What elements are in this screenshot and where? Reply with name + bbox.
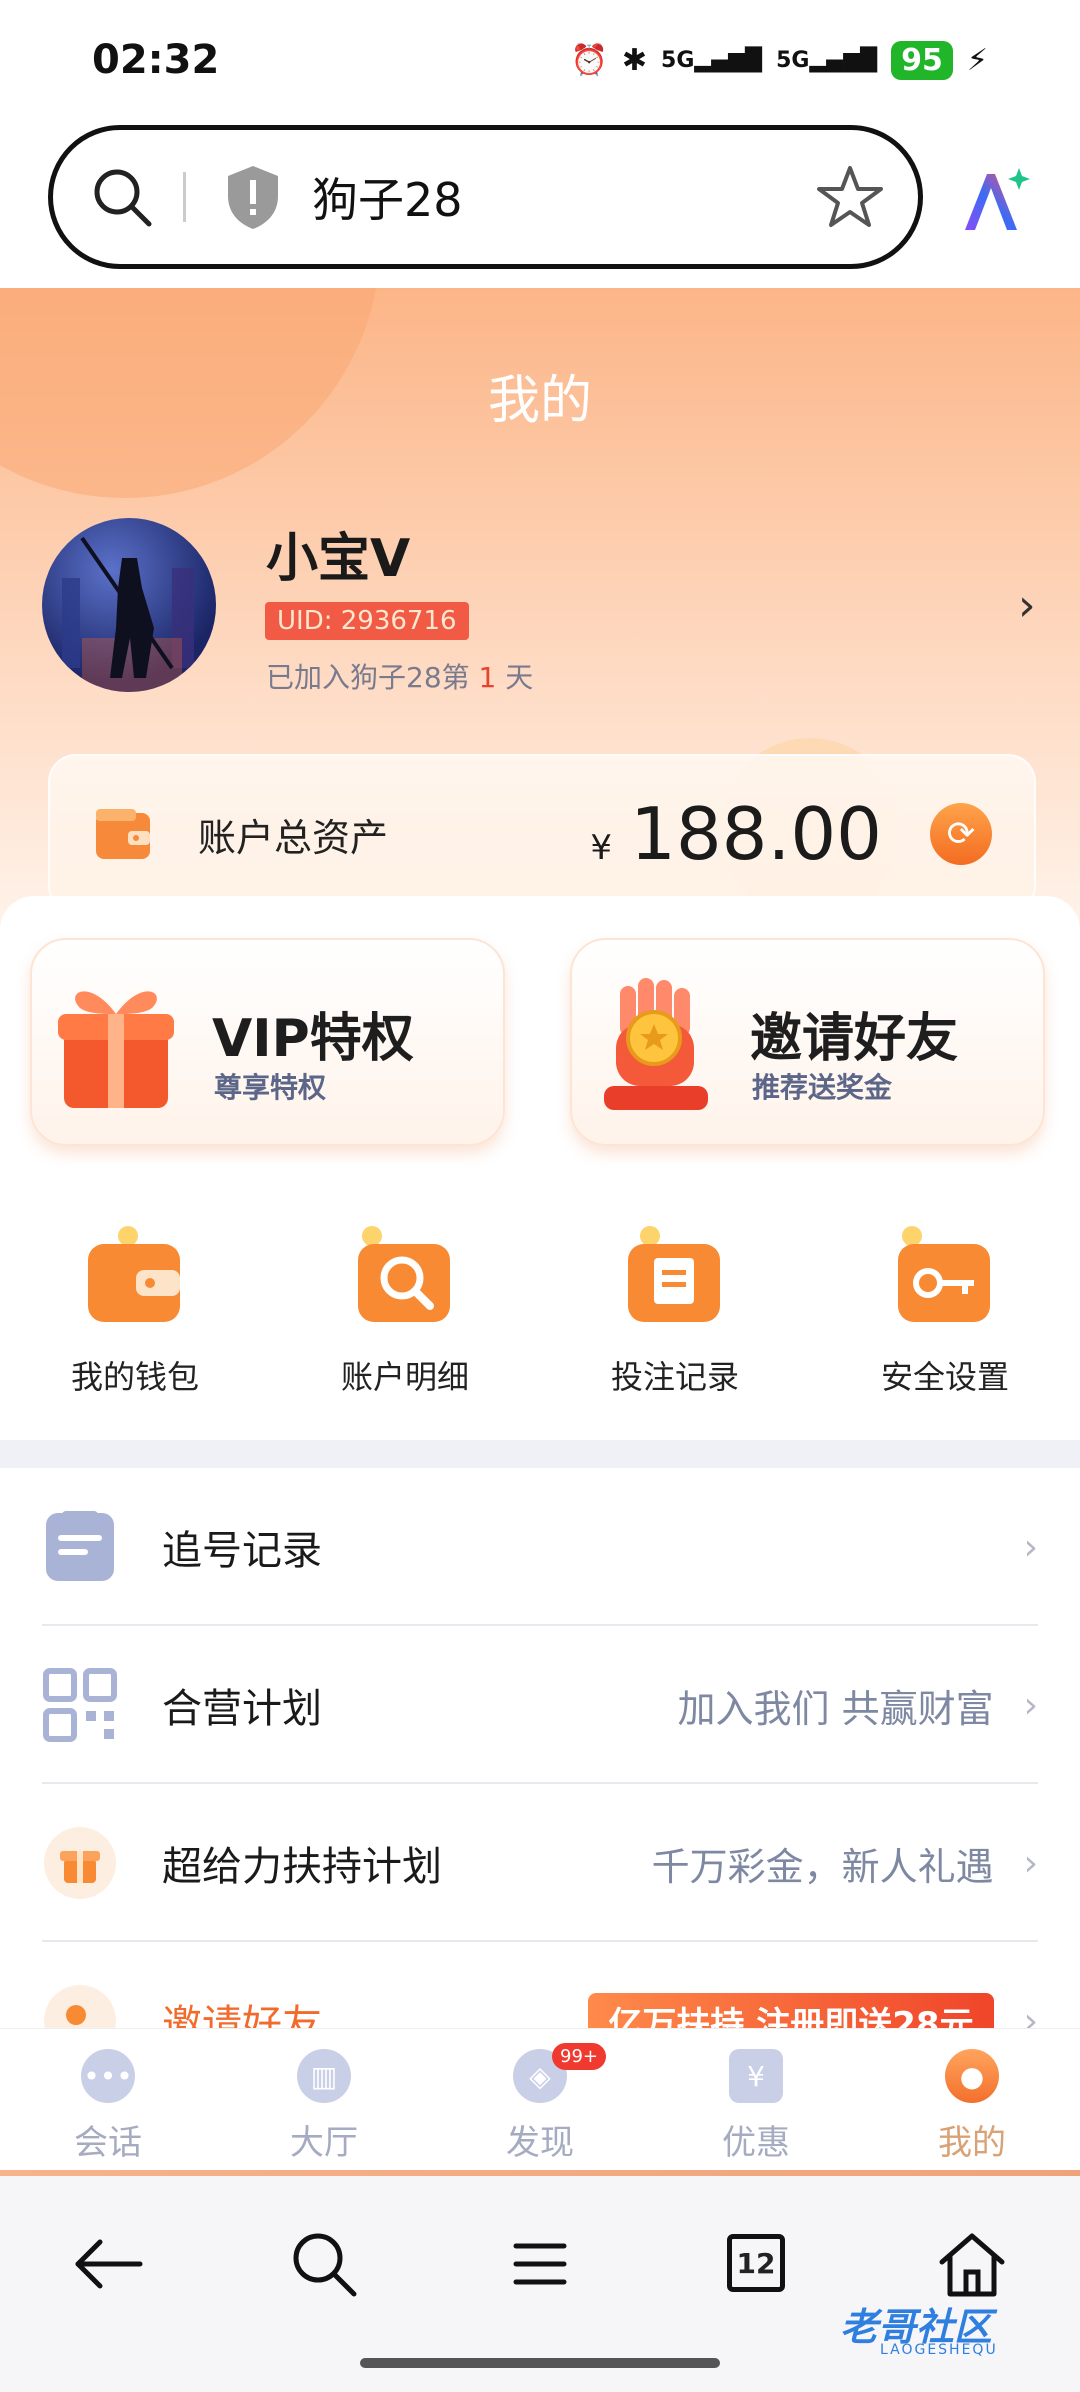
- quick-label: 我的钱包: [70, 1358, 199, 1396]
- avatar[interactable]: [42, 518, 216, 692]
- gift-box-icon: [58, 991, 174, 1108]
- tab-label: 会话: [74, 2123, 142, 2163]
- vip-promo-card[interactable]: VIP特权 尊享特权: [30, 938, 505, 1146]
- main-content: VIP特权 尊享特权 邀请好友 推荐送奖金 我的钱包 账户明细 投注记录 安全设…: [0, 896, 1080, 2100]
- back-button[interactable]: [0, 2226, 216, 2392]
- profile-header: 我的 小宝V UID: 2936716 已加入狗子28第 1 天 › 账户总资产…: [0, 288, 1080, 928]
- search-icon[interactable]: [87, 162, 157, 232]
- record-icon: [628, 1226, 720, 1322]
- charging-icon: ⚡: [966, 42, 988, 78]
- promo-title: 邀请好友: [750, 1009, 959, 1069]
- tab-label: 大厅: [290, 2123, 358, 2163]
- bank-icon: ▥: [297, 2049, 351, 2103]
- asset-label: 账户总资产: [198, 815, 389, 860]
- promo-subtitle: 尊享特权: [214, 1071, 327, 1104]
- menu-item-partner-plan[interactable]: 合营计划 加入我们 共赢财富 ›: [0, 1626, 1080, 1784]
- qr-icon: [43, 1668, 117, 1742]
- tab-hall[interactable]: ▥ 大厅: [216, 2029, 432, 2176]
- quick-wallet[interactable]: 我的钱包: [0, 1226, 270, 1398]
- promo-subtitle: 推荐送奖金: [752, 1071, 893, 1104]
- ai-assistant-icon[interactable]: [955, 160, 1035, 240]
- tab-mine[interactable]: ● 我的: [864, 2029, 1080, 2176]
- tab-offers[interactable]: ¥ 优惠: [648, 2029, 864, 2176]
- hand-coin-icon: [604, 978, 708, 1110]
- menu-item-chase-records[interactable]: 追号记录 ›: [0, 1468, 1080, 1626]
- alarm-icon: ⏰: [570, 42, 608, 78]
- tabs-count: 12: [727, 2234, 785, 2292]
- app-tab-bar: ••• 会话 ▥ 大厅 ◈ 99+ 发现 ¥ 优惠 ● 我的: [0, 2028, 1080, 2176]
- status-bar: 02:32 ⏰ ✱ 5G▂▄▆█ 5G▂▄▆█ 95 ⚡: [0, 0, 1080, 120]
- coupon-icon: ¥: [729, 2049, 783, 2103]
- quick-security[interactable]: 安全设置: [810, 1226, 1080, 1398]
- menu-icon: [513, 2243, 567, 2285]
- star-icon[interactable]: [816, 163, 884, 231]
- asset-amount: ¥ 188.00: [590, 792, 882, 876]
- chevron-right-icon: ›: [1023, 1684, 1038, 1726]
- status-icons: ⏰ ✱ 5G▂▄▆█ 5G▂▄▆█ 95 ⚡: [570, 40, 988, 80]
- quick-actions: 我的钱包 账户明细 投注记录 安全设置: [0, 1226, 1080, 1398]
- magnifier-icon: [358, 1226, 450, 1322]
- invite-promo-card[interactable]: 邀请好友 推荐送奖金: [570, 938, 1045, 1146]
- chat-icon: •••: [81, 2049, 135, 2103]
- quick-label: 投注记录: [610, 1358, 739, 1396]
- tab-label: 发现: [506, 2123, 574, 2163]
- key-icon: [898, 1226, 990, 1322]
- currency-symbol: ¥: [590, 828, 613, 868]
- tab-label: 优惠: [722, 2123, 790, 2163]
- document-icon: [46, 1511, 114, 1581]
- promo-title: VIP特权: [212, 1009, 414, 1069]
- menu-hint: 千万彩金，新人礼遇: [651, 1844, 994, 1889]
- balance-amount: 188.00: [630, 792, 882, 876]
- tab-chat[interactable]: ••• 会话: [0, 2029, 216, 2176]
- quick-bet-records[interactable]: 投注记录: [540, 1226, 810, 1398]
- menu-hint: 加入我们 共赢财富: [677, 1686, 994, 1731]
- battery-indicator: 95: [891, 40, 953, 80]
- joined-prefix: 已加入狗子28第: [266, 661, 470, 694]
- joined-suffix: 天: [505, 661, 534, 694]
- menu-item-support-plan[interactable]: 超给力扶持计划 千万彩金，新人礼遇 ›: [0, 1784, 1080, 1942]
- refresh-icon[interactable]: ⟳: [930, 803, 992, 865]
- chevron-right-icon: ›: [1023, 1526, 1038, 1568]
- tab-discover[interactable]: ◈ 99+ 发现: [432, 2029, 648, 2176]
- wallet-icon: [96, 809, 150, 859]
- url-text[interactable]: 狗子28: [312, 164, 463, 230]
- asset-card[interactable]: 账户总资产 ¥ 188.00 ⟳: [48, 754, 1036, 914]
- arrow-left-icon: [75, 2239, 143, 2289]
- gift-icon: [44, 1827, 116, 1899]
- search-icon: [293, 2233, 357, 2297]
- menu-label: 超给力扶持计划: [162, 1844, 442, 1890]
- tab-label: 我的: [938, 2123, 1006, 2163]
- notification-badge: 99+: [552, 2043, 606, 2070]
- shield-warning-icon[interactable]: [222, 162, 284, 232]
- joined-days: 1: [478, 661, 497, 694]
- divider: [183, 172, 186, 222]
- status-time: 02:32: [92, 37, 220, 83]
- signal-icon-2: 5G▂▄▆█: [776, 47, 878, 73]
- chevron-right-icon: ›: [1023, 1842, 1038, 1884]
- section-divider: [0, 1440, 1080, 1468]
- user-icon: ●: [945, 2049, 999, 2103]
- chevron-right-icon[interactable]: ›: [1018, 580, 1036, 631]
- home-indicator[interactable]: [360, 2358, 720, 2368]
- quick-account-detail[interactable]: 账户明细: [270, 1226, 540, 1398]
- menu-label: 追号记录: [162, 1528, 322, 1574]
- menu-list: 追号记录 › 合营计划 加入我们 共赢财富 › 超给力扶持计划 千万彩金，新人礼…: [0, 1468, 1080, 2100]
- home-icon: [939, 2233, 1005, 2297]
- username: 小宝V: [266, 529, 411, 589]
- menu-label: 合营计划: [162, 1686, 322, 1732]
- bluetooth-icon: ✱: [621, 42, 648, 78]
- page-title: 我的: [487, 371, 592, 431]
- quick-label: 安全设置: [880, 1358, 1009, 1396]
- joined-info: 已加入狗子28第 1 天: [266, 656, 533, 696]
- quick-label: 账户明细: [340, 1358, 469, 1396]
- signal-icon-1: 5G▂▄▆█: [661, 47, 763, 73]
- uid-badge: UID: 2936716: [265, 602, 469, 640]
- watermark-subtext: LAOGESHEQU: [880, 2342, 998, 2358]
- wallet-icon: [88, 1226, 180, 1322]
- browser-address-bar[interactable]: 狗子28: [48, 125, 923, 269]
